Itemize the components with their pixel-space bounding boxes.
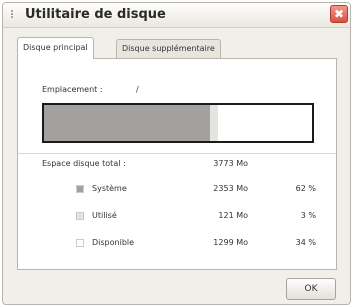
close-icon: ✖ [333, 7, 345, 21]
close-button[interactable]: ✖ [330, 5, 348, 23]
separator [18, 153, 336, 154]
available-size: 1299 Mo [213, 238, 248, 247]
available-label: Disponible [92, 238, 135, 247]
tab-main-disk[interactable]: Disque principal [17, 37, 94, 59]
tab-panel-main-disk: Emplacement : / Espace disque total : 37… [17, 58, 337, 270]
window-title: Utilitaire de disque [25, 7, 166, 22]
total-space-label: Espace disque total : [42, 159, 126, 168]
location-value: / [136, 85, 139, 94]
system-color-swatch [76, 185, 84, 193]
available-percent: 34 % [295, 238, 316, 247]
system-label: Système [92, 184, 127, 193]
used-size: 121 Mo [218, 211, 248, 220]
usage-bar-available-segment [218, 105, 310, 141]
usage-bar-system-segment [44, 105, 211, 141]
ok-button[interactable]: OK [286, 278, 336, 300]
title-bar[interactable]: Utilitaire de disque ✖ [3, 3, 350, 28]
available-color-swatch [76, 239, 84, 247]
system-size: 2353 Mo [213, 184, 248, 193]
tab-additional-disk[interactable]: Disque supplémentaire [116, 39, 221, 58]
total-space-value: 3773 Mo [213, 159, 248, 168]
window-grip-icon [11, 10, 19, 18]
usage-bar-used-segment [210, 105, 219, 141]
system-percent: 62 % [295, 184, 316, 193]
location-label: Emplacement : [42, 85, 103, 94]
used-percent: 3 % [300, 211, 316, 220]
disk-usage-bar [42, 103, 314, 143]
used-label: Utilisé [92, 211, 117, 220]
disk-utility-window: Utilitaire de disque ✖ Disque principal … [2, 2, 351, 305]
used-color-swatch [76, 212, 84, 220]
